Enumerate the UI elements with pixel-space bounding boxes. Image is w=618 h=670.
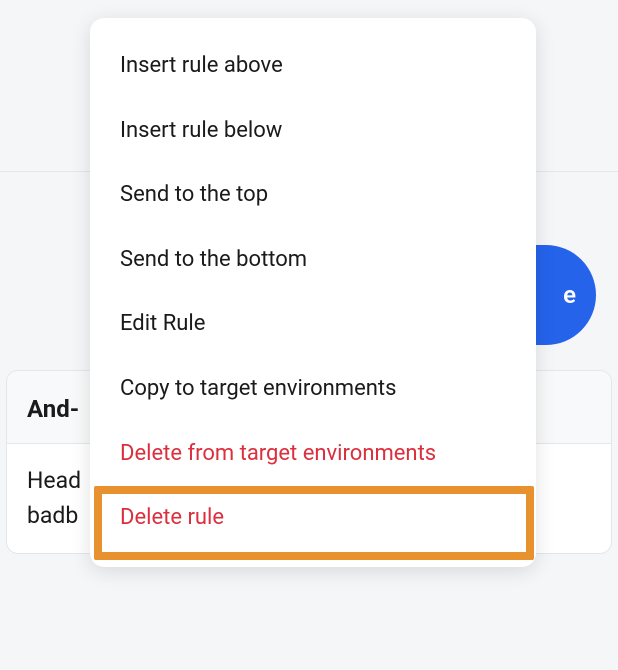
menu-item-send-bottom[interactable]: Send to the bottom — [90, 228, 536, 293]
menu-item-label: Insert rule below — [120, 118, 282, 143]
menu-item-label: Delete from target environments — [120, 441, 436, 466]
rule-context-menu: Insert rule above Insert rule below Send… — [90, 18, 536, 567]
menu-item-label: Edit Rule — [120, 311, 205, 336]
menu-item-label: Insert rule above — [120, 53, 283, 78]
menu-item-delete-environments[interactable]: Delete from target environments — [90, 422, 536, 487]
menu-item-delete-rule[interactable]: Delete rule — [90, 486, 536, 551]
menu-item-insert-above[interactable]: Insert rule above — [90, 34, 536, 99]
primary-action-label-fragment: e — [563, 281, 576, 309]
menu-item-label: Delete rule — [120, 505, 224, 530]
rule-card-header-text: And- — [27, 395, 79, 423]
menu-item-insert-below[interactable]: Insert rule below — [90, 99, 536, 164]
menu-item-label: Send to the top — [120, 182, 268, 207]
menu-item-copy-environments[interactable]: Copy to target environments — [90, 357, 536, 422]
menu-item-label: Copy to target environments — [120, 376, 396, 401]
menu-item-label: Send to the bottom — [120, 247, 307, 272]
menu-item-edit-rule[interactable]: Edit Rule — [90, 292, 536, 357]
menu-item-send-top[interactable]: Send to the top — [90, 163, 536, 228]
